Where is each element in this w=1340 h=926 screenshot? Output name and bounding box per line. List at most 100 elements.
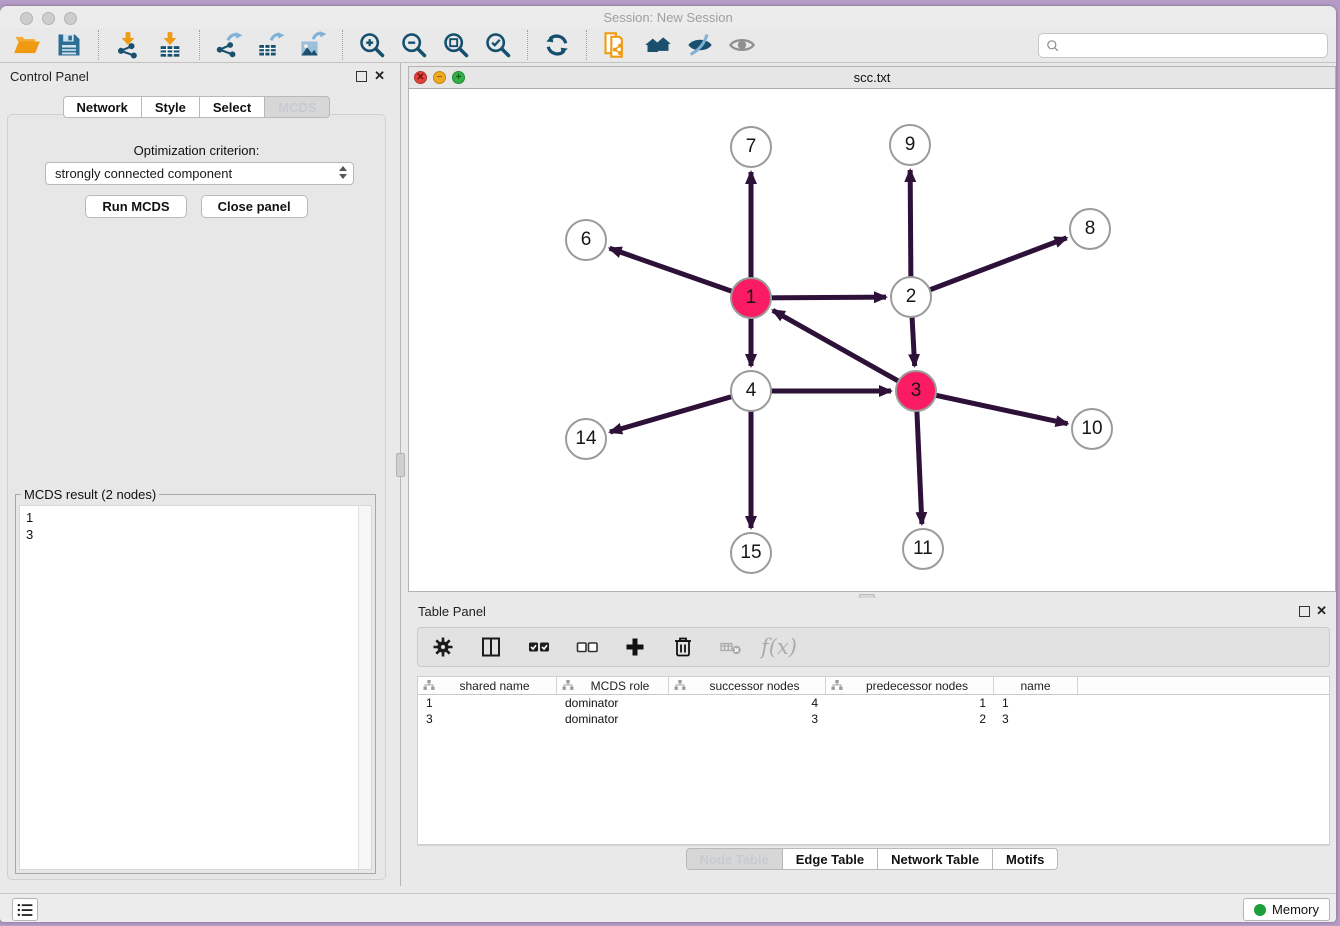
task-history-button[interactable] xyxy=(12,898,38,921)
float-table-panel-icon[interactable] xyxy=(1299,606,1310,617)
export-network-icon[interactable] xyxy=(208,29,250,61)
table-panel: Table Panel ✕ xyxy=(408,598,1336,886)
tab-network[interactable]: Network xyxy=(63,96,142,118)
tab-edge-table[interactable]: Edge Table xyxy=(783,848,878,870)
graph-node-6[interactable]: 6 xyxy=(565,219,607,261)
close-panel-button[interactable]: Close panel xyxy=(201,195,308,218)
graph-node-14[interactable]: 14 xyxy=(565,418,607,460)
column-type-icon xyxy=(562,680,574,691)
tab-select[interactable]: Select xyxy=(200,96,265,118)
criterion-select[interactable]: strongly connected component xyxy=(45,162,354,185)
table-row[interactable]: 3dominator323 xyxy=(418,711,1329,727)
memory-button[interactable]: Memory xyxy=(1243,898,1330,921)
tab-network-table[interactable]: Network Table xyxy=(878,848,993,870)
result-scrollbar[interactable] xyxy=(358,506,371,869)
mcds-panel: Optimization criterion: strongly connect… xyxy=(7,114,386,880)
save-session-icon[interactable] xyxy=(48,29,90,61)
column-header-shared-name[interactable]: shared name xyxy=(418,677,557,694)
export-table-icon[interactable] xyxy=(250,29,292,61)
cell-successor-nodes[interactable]: 4 xyxy=(669,695,826,711)
control-panel-title: Control Panel xyxy=(10,69,89,84)
deselect-all-columns-icon[interactable] xyxy=(574,634,600,660)
cell-name[interactable]: 3 xyxy=(994,711,1078,727)
graph-edge-1-6[interactable] xyxy=(610,248,751,298)
graph-node-4[interactable]: 4 xyxy=(730,370,772,412)
table-toolbar: f(x) xyxy=(417,627,1330,667)
result-line: 3 xyxy=(26,526,365,543)
float-panel-icon[interactable] xyxy=(356,71,367,82)
network-window-titlebar[interactable]: ✕ − + scc.txt xyxy=(409,67,1335,89)
split-columns-icon[interactable] xyxy=(478,634,504,660)
criterion-selected-value: strongly connected component xyxy=(55,166,232,181)
open-session-icon[interactable] xyxy=(6,29,48,61)
run-mcds-button[interactable]: Run MCDS xyxy=(85,195,186,218)
column-header-predecessor-nodes[interactable]: predecessor nodes xyxy=(826,677,994,694)
network-canvas[interactable]: 1 2 3 4 6 7 8 9 10 11 14 15 xyxy=(409,89,1335,591)
graph-node-1[interactable]: 1 xyxy=(730,277,772,319)
tab-mcds[interactable]: MCDS xyxy=(265,96,330,118)
show-all-icon[interactable] xyxy=(721,29,763,61)
memory-status-icon xyxy=(1254,904,1266,916)
cell-shared-name[interactable]: 3 xyxy=(418,711,557,727)
zoom-out-icon[interactable] xyxy=(393,29,435,61)
close-table-panel-icon[interactable]: ✕ xyxy=(1316,603,1327,619)
graph-edge-3-10[interactable] xyxy=(916,391,1068,424)
import-table-icon[interactable] xyxy=(149,29,191,61)
tab-style[interactable]: Style xyxy=(142,96,200,118)
graph-node-15[interactable]: 15 xyxy=(730,532,772,574)
cell-name[interactable]: 1 xyxy=(994,695,1078,711)
select-all-columns-icon[interactable] xyxy=(526,634,552,660)
column-header-successor-nodes[interactable]: successor nodes xyxy=(669,677,826,694)
column-type-icon xyxy=(423,680,435,691)
clone-network-icon[interactable] xyxy=(595,29,637,61)
graph-edge-3-1[interactable] xyxy=(773,310,916,391)
column-header-mcds-role[interactable]: MCDS role xyxy=(557,677,669,694)
export-image-icon[interactable] xyxy=(292,29,334,61)
select-stepper-icon xyxy=(339,166,347,179)
graph-edge-4-14[interactable] xyxy=(610,391,751,432)
table-settings-icon[interactable] xyxy=(430,634,456,660)
cell-predecessor-nodes[interactable]: 2 xyxy=(826,711,994,727)
network-title: scc.txt xyxy=(409,70,1335,85)
import-network-icon[interactable] xyxy=(107,29,149,61)
session-title: Session: New Session xyxy=(0,10,1336,25)
first-neighbors-icon[interactable] xyxy=(637,29,679,61)
zoom-selected-icon[interactable] xyxy=(477,29,519,61)
search-field[interactable] xyxy=(1038,33,1328,58)
graph-edge-2-8[interactable] xyxy=(911,238,1067,297)
delete-column-icon[interactable] xyxy=(670,634,696,660)
apply-layout-icon[interactable] xyxy=(536,29,578,61)
list-icon xyxy=(16,901,34,919)
cell-shared-name[interactable]: 1 xyxy=(418,695,557,711)
graph-node-8[interactable]: 8 xyxy=(1069,208,1111,250)
cell-successor-nodes[interactable]: 3 xyxy=(669,711,826,727)
hide-selected-icon[interactable] xyxy=(679,29,721,61)
column-header-name[interactable]: name xyxy=(994,677,1078,694)
mcds-result-box[interactable]: 13 xyxy=(19,505,372,870)
node-table[interactable]: shared nameMCDS rolesuccessor nodesprede… xyxy=(417,676,1330,845)
delete-table-icon[interactable] xyxy=(718,634,744,660)
search-input[interactable] xyxy=(1061,36,1327,56)
cell-mcds-role[interactable]: dominator xyxy=(557,711,669,727)
function-builder-icon[interactable]: f(x) xyxy=(766,634,792,660)
zoom-in-icon[interactable] xyxy=(351,29,393,61)
splitter-grip[interactable] xyxy=(396,453,405,477)
cell-mcds-role[interactable]: dominator xyxy=(557,695,669,711)
graph-node-2[interactable]: 2 xyxy=(890,276,932,318)
graph-node-9[interactable]: 9 xyxy=(889,124,931,166)
search-icon xyxy=(1045,38,1061,54)
close-panel-icon[interactable]: ✕ xyxy=(374,68,385,84)
graph-node-11[interactable]: 11 xyxy=(902,528,944,570)
graph-node-3[interactable]: 3 xyxy=(895,370,937,412)
table-tabs: Node TableEdge TableNetwork TableMotifs xyxy=(408,848,1336,870)
tab-node-table[interactable]: Node Table xyxy=(686,848,783,870)
add-column-icon[interactable] xyxy=(622,634,648,660)
cell-predecessor-nodes[interactable]: 1 xyxy=(826,695,994,711)
table-row[interactable]: 1dominator411 xyxy=(418,695,1329,711)
table-panel-title: Table Panel xyxy=(418,604,486,619)
graph-node-10[interactable]: 10 xyxy=(1071,408,1113,450)
graph-node-7[interactable]: 7 xyxy=(730,126,772,168)
zoom-fit-icon[interactable] xyxy=(435,29,477,61)
tab-motifs[interactable]: Motifs xyxy=(993,848,1058,870)
vertical-splitter[interactable] xyxy=(393,63,408,886)
